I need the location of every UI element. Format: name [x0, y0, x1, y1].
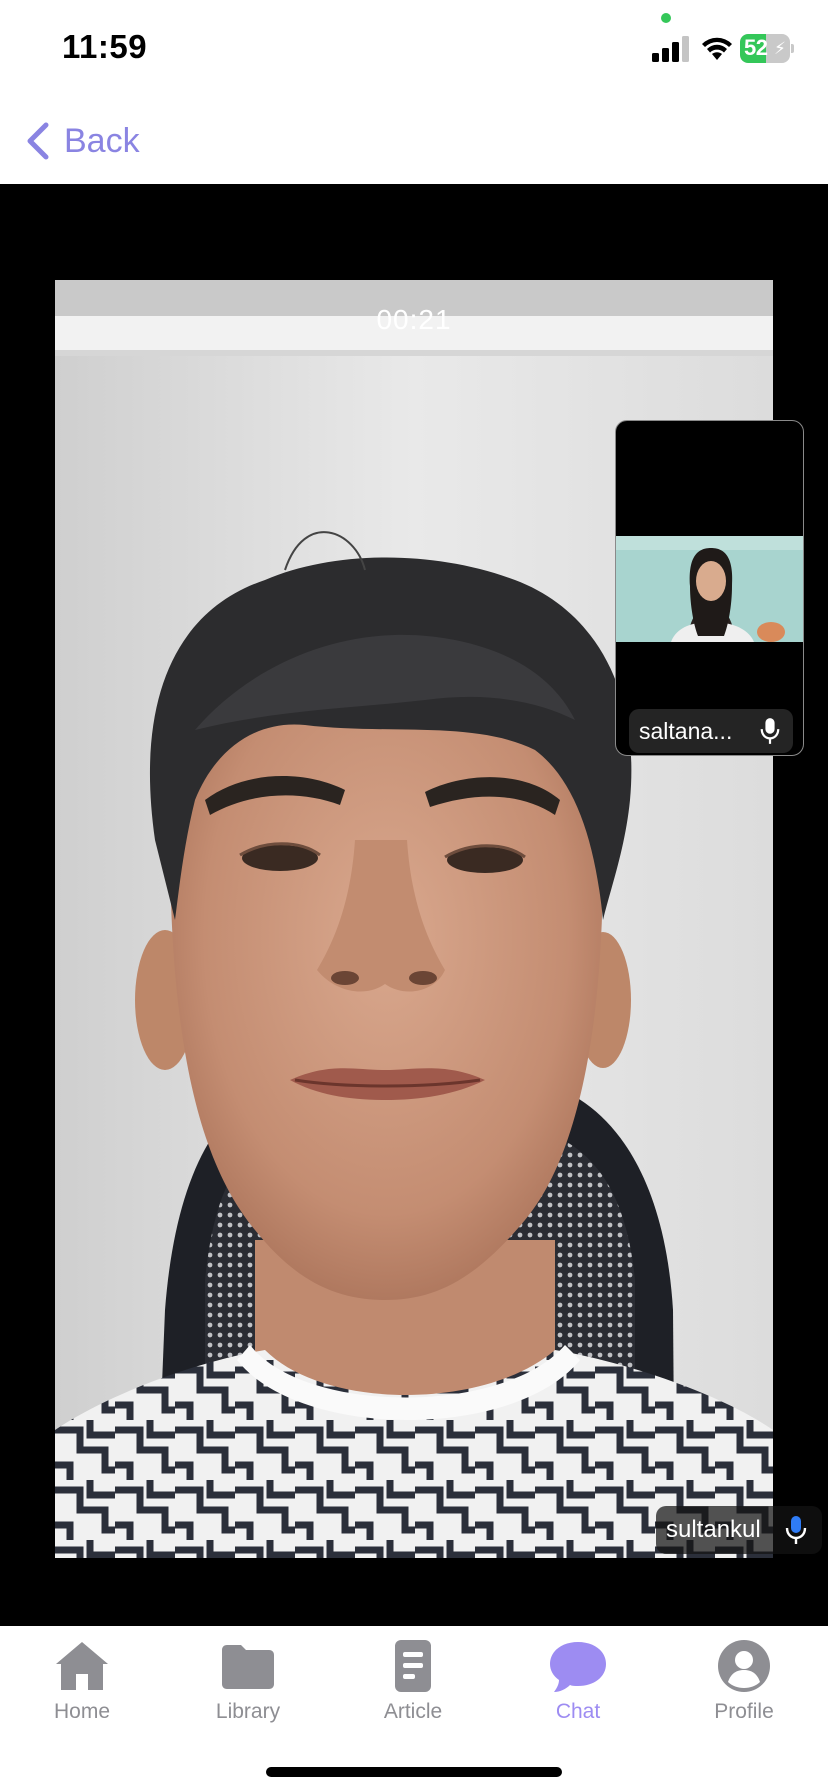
tab-label: Library [215, 1700, 281, 1723]
battery-indicator: 52 ⚡ [740, 34, 794, 63]
chevron-left-icon [27, 122, 49, 160]
battery-percent: 52 [744, 35, 768, 60]
bolt-icon: ⚡ [774, 39, 786, 58]
video-call-area: 00:21 sultankul saltana... [0, 184, 828, 1626]
status-time: 11:59 [62, 28, 148, 65]
tab-label: Profile [714, 1700, 774, 1723]
local-video-image [616, 536, 803, 642]
tab-bar: Home Library Article Chat Profile [0, 1626, 828, 1792]
local-video-feed [616, 536, 803, 642]
remote-participant-name: sultankul [666, 1516, 761, 1543]
tab-profile[interactable]: Profile [674, 1636, 814, 1746]
status-bar: 11:59 52 ⚡ [0, 0, 828, 96]
cellular-signal-icon [652, 36, 689, 62]
tab-label: Home [53, 1700, 111, 1723]
back-button[interactable]: Back [24, 118, 140, 164]
privacy-indicator-dot [661, 13, 671, 23]
local-participant-tag: saltana... [629, 709, 793, 753]
home-icon [56, 1642, 108, 1690]
tab-label: Chat [555, 1700, 601, 1723]
local-participant-name: saltana... [639, 718, 733, 744]
tab-home[interactable]: Home [12, 1636, 152, 1746]
microphone-icon[interactable] [784, 1515, 808, 1545]
person-icon [718, 1640, 770, 1692]
home-indicator [266, 1767, 562, 1777]
chat-bubble-icon [550, 1642, 606, 1692]
tab-library[interactable]: Library [178, 1636, 318, 1746]
tab-chat[interactable]: Chat [508, 1636, 648, 1746]
folder-icon [222, 1645, 274, 1689]
remote-participant-tag: sultankul [656, 1506, 822, 1554]
call-timer: 00:21 [376, 304, 452, 335]
tab-label: Article [383, 1700, 443, 1723]
local-video-preview[interactable]: saltana... [615, 420, 804, 756]
wifi-icon [702, 37, 732, 60]
article-icon [395, 1640, 431, 1692]
nav-header: Back [0, 96, 828, 184]
microphone-icon[interactable] [759, 717, 781, 745]
back-label: Back [64, 121, 140, 160]
tab-article[interactable]: Article [343, 1636, 483, 1746]
